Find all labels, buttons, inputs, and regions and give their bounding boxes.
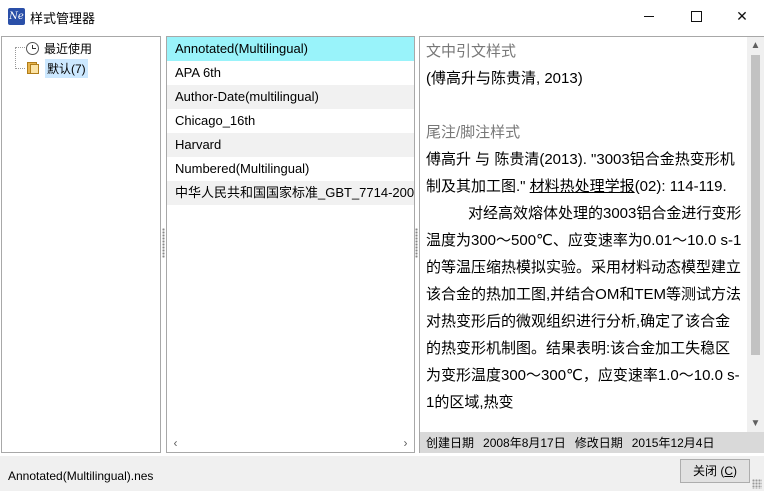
style-list-item[interactable]: Author-Date(multilingual) bbox=[167, 85, 414, 109]
clock-icon bbox=[26, 41, 39, 55]
tree-item-label: 最近使用 bbox=[44, 41, 93, 56]
style-preview: 文中引文样式 (傅高升与陈贵清, 2013) 尾注/脚注样式 傅高升 与 陈贵清… bbox=[420, 37, 747, 432]
scroll-right-icon[interactable]: › bbox=[397, 435, 414, 452]
category-tree: 最近使用 默认(7) bbox=[1, 36, 161, 453]
minimize-icon bbox=[644, 15, 654, 17]
horizontal-scrollbar[interactable]: ‹ › bbox=[167, 435, 414, 452]
resize-grip-icon[interactable] bbox=[752, 479, 762, 489]
style-list-pane: Annotated(Multilingual) APA 6th Author-D… bbox=[166, 36, 415, 453]
intext-example: (傅高升与陈贵清, 2013) bbox=[426, 70, 583, 87]
scroll-thumb[interactable] bbox=[751, 55, 760, 355]
close-icon: ✕ bbox=[736, 7, 748, 24]
style-list-item[interactable]: Annotated(Multilingual) bbox=[167, 37, 414, 61]
reference-example: 傅高升 与 陈贵清(2013). "3003铝合金热变形机制及其加工图." 材料… bbox=[426, 151, 735, 195]
created-label: 创建日期 bbox=[426, 436, 475, 450]
scroll-left-icon[interactable]: ‹ bbox=[167, 435, 184, 452]
style-dates-bar: 创建日期 2008年8月17日 修改日期 2015年12月4日 bbox=[420, 432, 764, 453]
vertical-scrollbar[interactable]: ▲ ▼ bbox=[747, 37, 764, 432]
scroll-up-icon[interactable]: ▲ bbox=[747, 37, 764, 54]
pane-splitter[interactable] bbox=[162, 228, 165, 258]
tree-item-label: 默认(7) bbox=[45, 58, 88, 78]
style-list-item[interactable]: Harvard bbox=[167, 133, 414, 157]
status-filename: Annotated(Multilingual).nes bbox=[8, 469, 154, 483]
scroll-down-icon[interactable]: ▼ bbox=[747, 415, 764, 432]
journal-title: 材料热处理学报 bbox=[529, 178, 635, 195]
tree-item-recent[interactable]: 最近使用 bbox=[26, 39, 95, 57]
footnote-heading: 尾注/脚注样式 bbox=[426, 124, 521, 141]
abstract-text: 对经高效熔体处理的3003铝合金进行变形温度为300～500℃、应变速率为0.0… bbox=[426, 205, 742, 411]
close-button[interactable]: 关闭 (C) bbox=[680, 459, 750, 483]
tree-connector bbox=[15, 47, 16, 69]
style-list: Annotated(Multilingual) APA 6th Author-D… bbox=[167, 37, 414, 205]
tree-connector bbox=[15, 47, 25, 48]
style-list-item[interactable]: Numbered(Multilingual) bbox=[167, 157, 414, 181]
title-bar: Ne 样式管理器 ✕ bbox=[0, 0, 764, 32]
app-logo-icon: Ne bbox=[8, 8, 25, 25]
modified-label: 修改日期 bbox=[574, 436, 623, 450]
maximize-icon bbox=[690, 10, 702, 22]
preview-pane: 文中引文样式 (傅高升与陈贵清, 2013) 尾注/脚注样式 傅高升 与 陈贵清… bbox=[419, 36, 764, 453]
status-bar: Annotated(Multilingual).nes 关闭 (C) bbox=[0, 456, 764, 491]
pane-splitter[interactable] bbox=[415, 228, 418, 258]
style-list-item[interactable]: Chicago_16th bbox=[167, 109, 414, 133]
maximize-button[interactable] bbox=[673, 0, 719, 32]
window-close-button[interactable]: ✕ bbox=[719, 0, 764, 32]
scroll-thumb[interactable] bbox=[185, 439, 386, 448]
style-list-item[interactable]: APA 6th bbox=[167, 61, 414, 85]
folder-icon bbox=[26, 61, 40, 75]
window-title: 样式管理器 bbox=[30, 11, 96, 26]
modified-date: 2015年12月4日 bbox=[631, 436, 715, 450]
created-date: 2008年8月17日 bbox=[483, 436, 566, 450]
intext-heading: 文中引文样式 bbox=[426, 43, 517, 60]
tree-connector bbox=[15, 68, 25, 69]
style-list-item[interactable]: 中华人民共和国国家标准_GBT_7714-2005 bbox=[167, 181, 414, 205]
tree-item-default[interactable]: 默认(7) bbox=[26, 58, 91, 78]
minimize-button[interactable] bbox=[626, 0, 672, 32]
